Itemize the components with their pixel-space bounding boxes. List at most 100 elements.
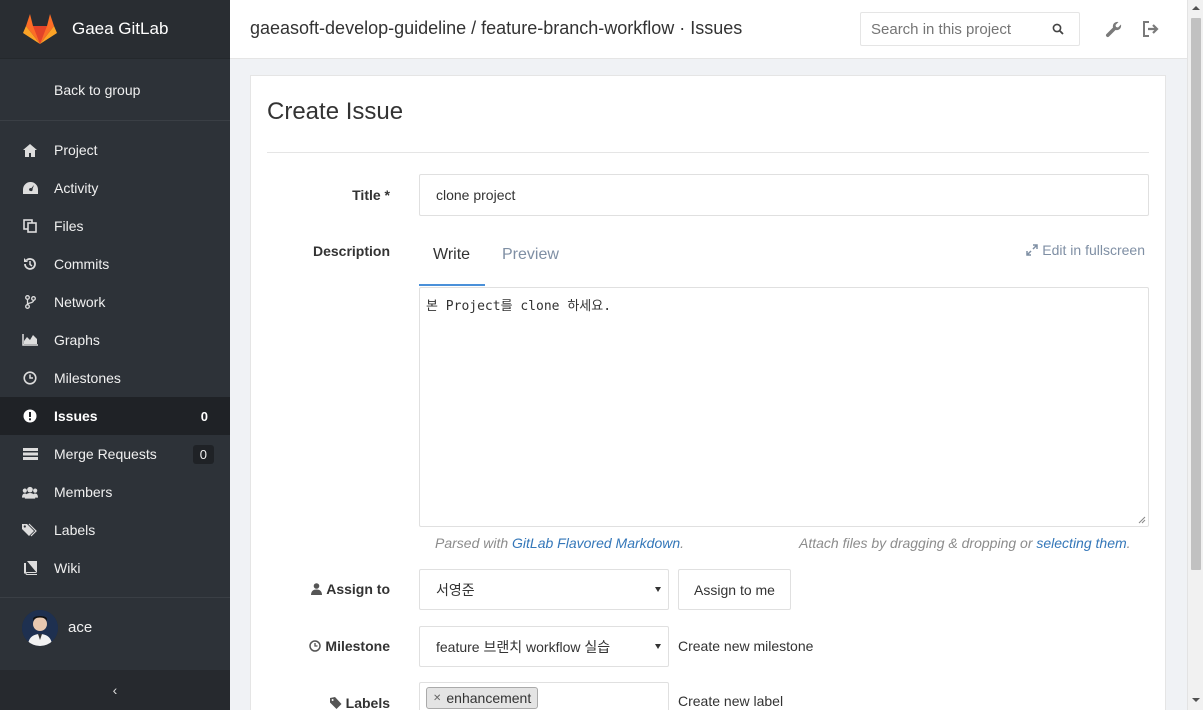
assignee-value: 서영준 [436,581,475,598]
sidebar-item-label: Labels [54,522,96,538]
sidebar-item-milestones[interactable]: Milestones [0,359,230,397]
attach-hint-suffix: . [1126,535,1131,551]
sidebar-item-label: Merge Requests [54,446,157,462]
sidebar-item-label: Commits [54,256,110,272]
label-tag-text: enhancement [446,690,532,706]
description-textarea[interactable]: 본 Project를 clone 하세요. [419,287,1149,527]
scroll-up-icon[interactable] [1192,6,1200,10]
markdown-hint-suffix: . [680,535,685,551]
edit-fullscreen-link[interactable]: Edit in fullscreen [1026,242,1145,258]
attach-hint: Attach files by dragging & dropping or s… [799,535,1131,551]
sidebar-item-label: Issues [54,408,98,424]
create-label-link[interactable]: Create new label [678,693,783,709]
sidebar-item-issues[interactable]: Issues 0 [0,397,230,435]
labels-label: Labels [345,695,390,710]
page-title: Create Issue [267,98,404,125]
search-icon[interactable] [1052,23,1064,35]
sidebar-item-merge-requests[interactable]: Merge Requests 0 [0,435,230,473]
back-to-group-link[interactable]: Back to group [0,59,230,121]
sidebar-item-activity[interactable]: Activity [0,169,230,207]
issues-count-badge: 0 [200,408,208,424]
assign-label-group: Assign to [240,581,390,597]
create-issue-panel: Create Issue Title * clone project Descr… [250,75,1166,710]
sidebar-item-label: Wiki [54,560,81,576]
clock-icon [22,370,38,386]
labels-label-group: Labels [240,695,390,710]
gitlab-logo-icon [23,14,57,44]
sidebar-item-label: Members [54,484,113,500]
page-scrollbar[interactable] [1187,0,1203,710]
user-name: ace [68,619,93,636]
sidebar-item-label: Milestones [54,370,121,386]
sidebar-item-label: Graphs [54,332,100,348]
labels-select[interactable]: ✕ enhancement [419,682,669,710]
sidebar-header[interactable]: Gaea GitLab [0,0,230,59]
markdown-hint-prefix: Parsed with [435,535,513,551]
tags-icon [22,522,38,538]
description-text: 본 Project를 clone 하세요. [426,299,612,314]
avatar [22,609,58,646]
edit-fullscreen-label: Edit in fullscreen [1042,242,1145,258]
user-profile[interactable]: ace [0,597,230,657]
exclamation-circle-icon [22,408,38,424]
markdown-hint: Parsed with GitLab Flavored Markdown. [435,535,684,551]
dashboard-icon [22,180,38,196]
assignee-select[interactable]: 서영준 [419,569,669,610]
sidebar-item-commits[interactable]: Commits [0,245,230,283]
top-header: gaeasoft-develop-guideline / feature-bra… [230,0,1187,59]
history-icon [22,256,38,272]
label-tag: ✕ enhancement [426,687,539,709]
assign-to-me-button[interactable]: Assign to me [678,569,791,610]
expand-icon [1026,244,1039,256]
users-icon [22,484,38,500]
collapse-sidebar-button[interactable]: ‹ [0,670,230,710]
attach-hint-prefix: Attach files by dragging & dropping or [799,535,1037,551]
resize-handle-icon[interactable] [1138,516,1146,524]
active-tab-indicator [419,284,485,286]
wrench-icon[interactable] [1105,20,1123,38]
markdown-help-link[interactable]: GitLab Flavored Markdown [512,535,680,551]
sidebar-item-label: Files [54,218,84,234]
milestone-label-group: Milestone [240,638,390,654]
sidebar-item-network[interactable]: Network [0,283,230,321]
home-icon [22,142,38,158]
book-icon [22,560,38,576]
chevron-down-icon [655,644,661,649]
sidebar-item-labels[interactable]: Labels [0,511,230,549]
title-label: Title * [352,187,390,203]
area-chart-icon [22,332,38,348]
branch-icon [22,294,38,310]
remove-label-icon[interactable]: ✕ [433,693,441,704]
divider [267,152,1149,153]
sidebar-item-label: Network [54,294,106,310]
tasks-icon [22,446,38,462]
user-icon [311,583,323,595]
chevron-left-icon: ‹ [112,682,118,698]
sidebar: Gaea GitLab Back to group Project Activi… [0,0,230,710]
sidebar-item-graphs[interactable]: Graphs [0,321,230,359]
milestone-select[interactable]: feature 브랜치 workflow 실습 [419,626,669,667]
search-input[interactable] [860,12,1080,46]
sign-out-icon[interactable] [1142,20,1160,38]
create-milestone-link[interactable]: Create new milestone [678,638,813,654]
scroll-down-icon[interactable] [1192,698,1200,702]
merge-requests-count-badge: 0 [192,444,214,464]
tab-write[interactable]: Write [433,246,470,264]
sidebar-item-wiki[interactable]: Wiki [0,549,230,587]
title-input[interactable]: clone project [419,174,1149,216]
tag-icon [329,697,342,709]
sidebar-item-files[interactable]: Files [0,207,230,245]
page-breadcrumb: gaeasoft-develop-guideline / feature-bra… [250,18,743,38]
sidebar-item-label: Activity [54,180,99,196]
sidebar-item-label: Project [54,142,98,158]
scrollbar-thumb[interactable] [1191,18,1201,570]
assign-label: Assign to [326,581,390,597]
milestone-label: Milestone [325,638,390,654]
clock-icon [309,640,322,652]
milestone-value: feature 브랜치 workflow 실습 [436,638,611,655]
sidebar-item-members[interactable]: Members [0,473,230,511]
select-files-link[interactable]: selecting them [1036,535,1126,551]
sidebar-nav: Project Activity Files Commits Network G… [0,121,230,587]
sidebar-item-project[interactable]: Project [0,131,230,169]
tab-preview[interactable]: Preview [502,246,559,264]
